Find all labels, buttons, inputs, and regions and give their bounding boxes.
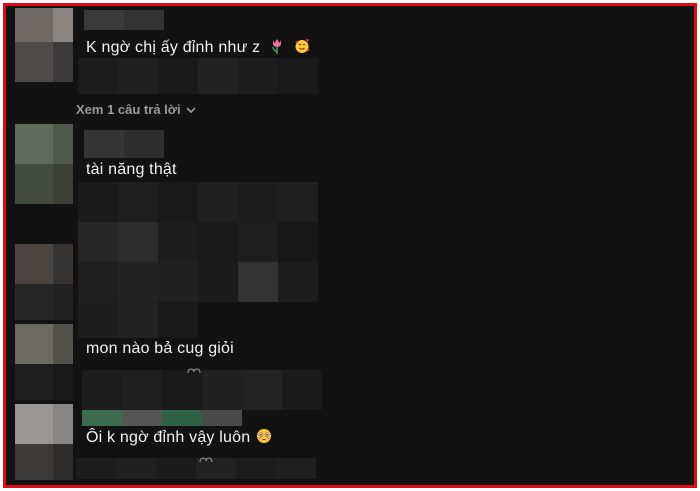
comment-body: Ôi k ngờ đỉnh vậy luôn — [86, 429, 251, 446]
comment-text: tài năng thật — [86, 160, 177, 180]
flushed-face-emoji-icon — [256, 429, 271, 443]
comment-text: mon nào bả cug giỏi — [86, 339, 234, 359]
chevron-down-icon — [186, 107, 195, 113]
heart-icon[interactable] — [187, 368, 201, 374]
comment-panel: K ngờ chị ấy đỉnh như z Xem 1 câu trả lờ… — [3, 3, 697, 488]
comment-text: K ngờ chị ấy đỉnh như z — [86, 38, 310, 58]
comment-body: mon nào bả cug giỏi — [86, 340, 234, 357]
view-replies-button[interactable]: Xem 1 câu trả lời — [76, 102, 197, 117]
comment-body: tài năng thật — [86, 161, 177, 178]
comment-body: K ngờ chị ấy đỉnh như z — [86, 39, 261, 56]
comment-text: Ôi k ngờ đỉnh vậy luôn — [86, 428, 272, 448]
heart-icon[interactable] — [199, 457, 213, 463]
tulip-emoji-icon — [272, 39, 281, 54]
smiling-face-with-hearts-emoji-icon — [295, 39, 310, 53]
view-replies-label: Xem 1 câu trả lời — [76, 102, 181, 117]
